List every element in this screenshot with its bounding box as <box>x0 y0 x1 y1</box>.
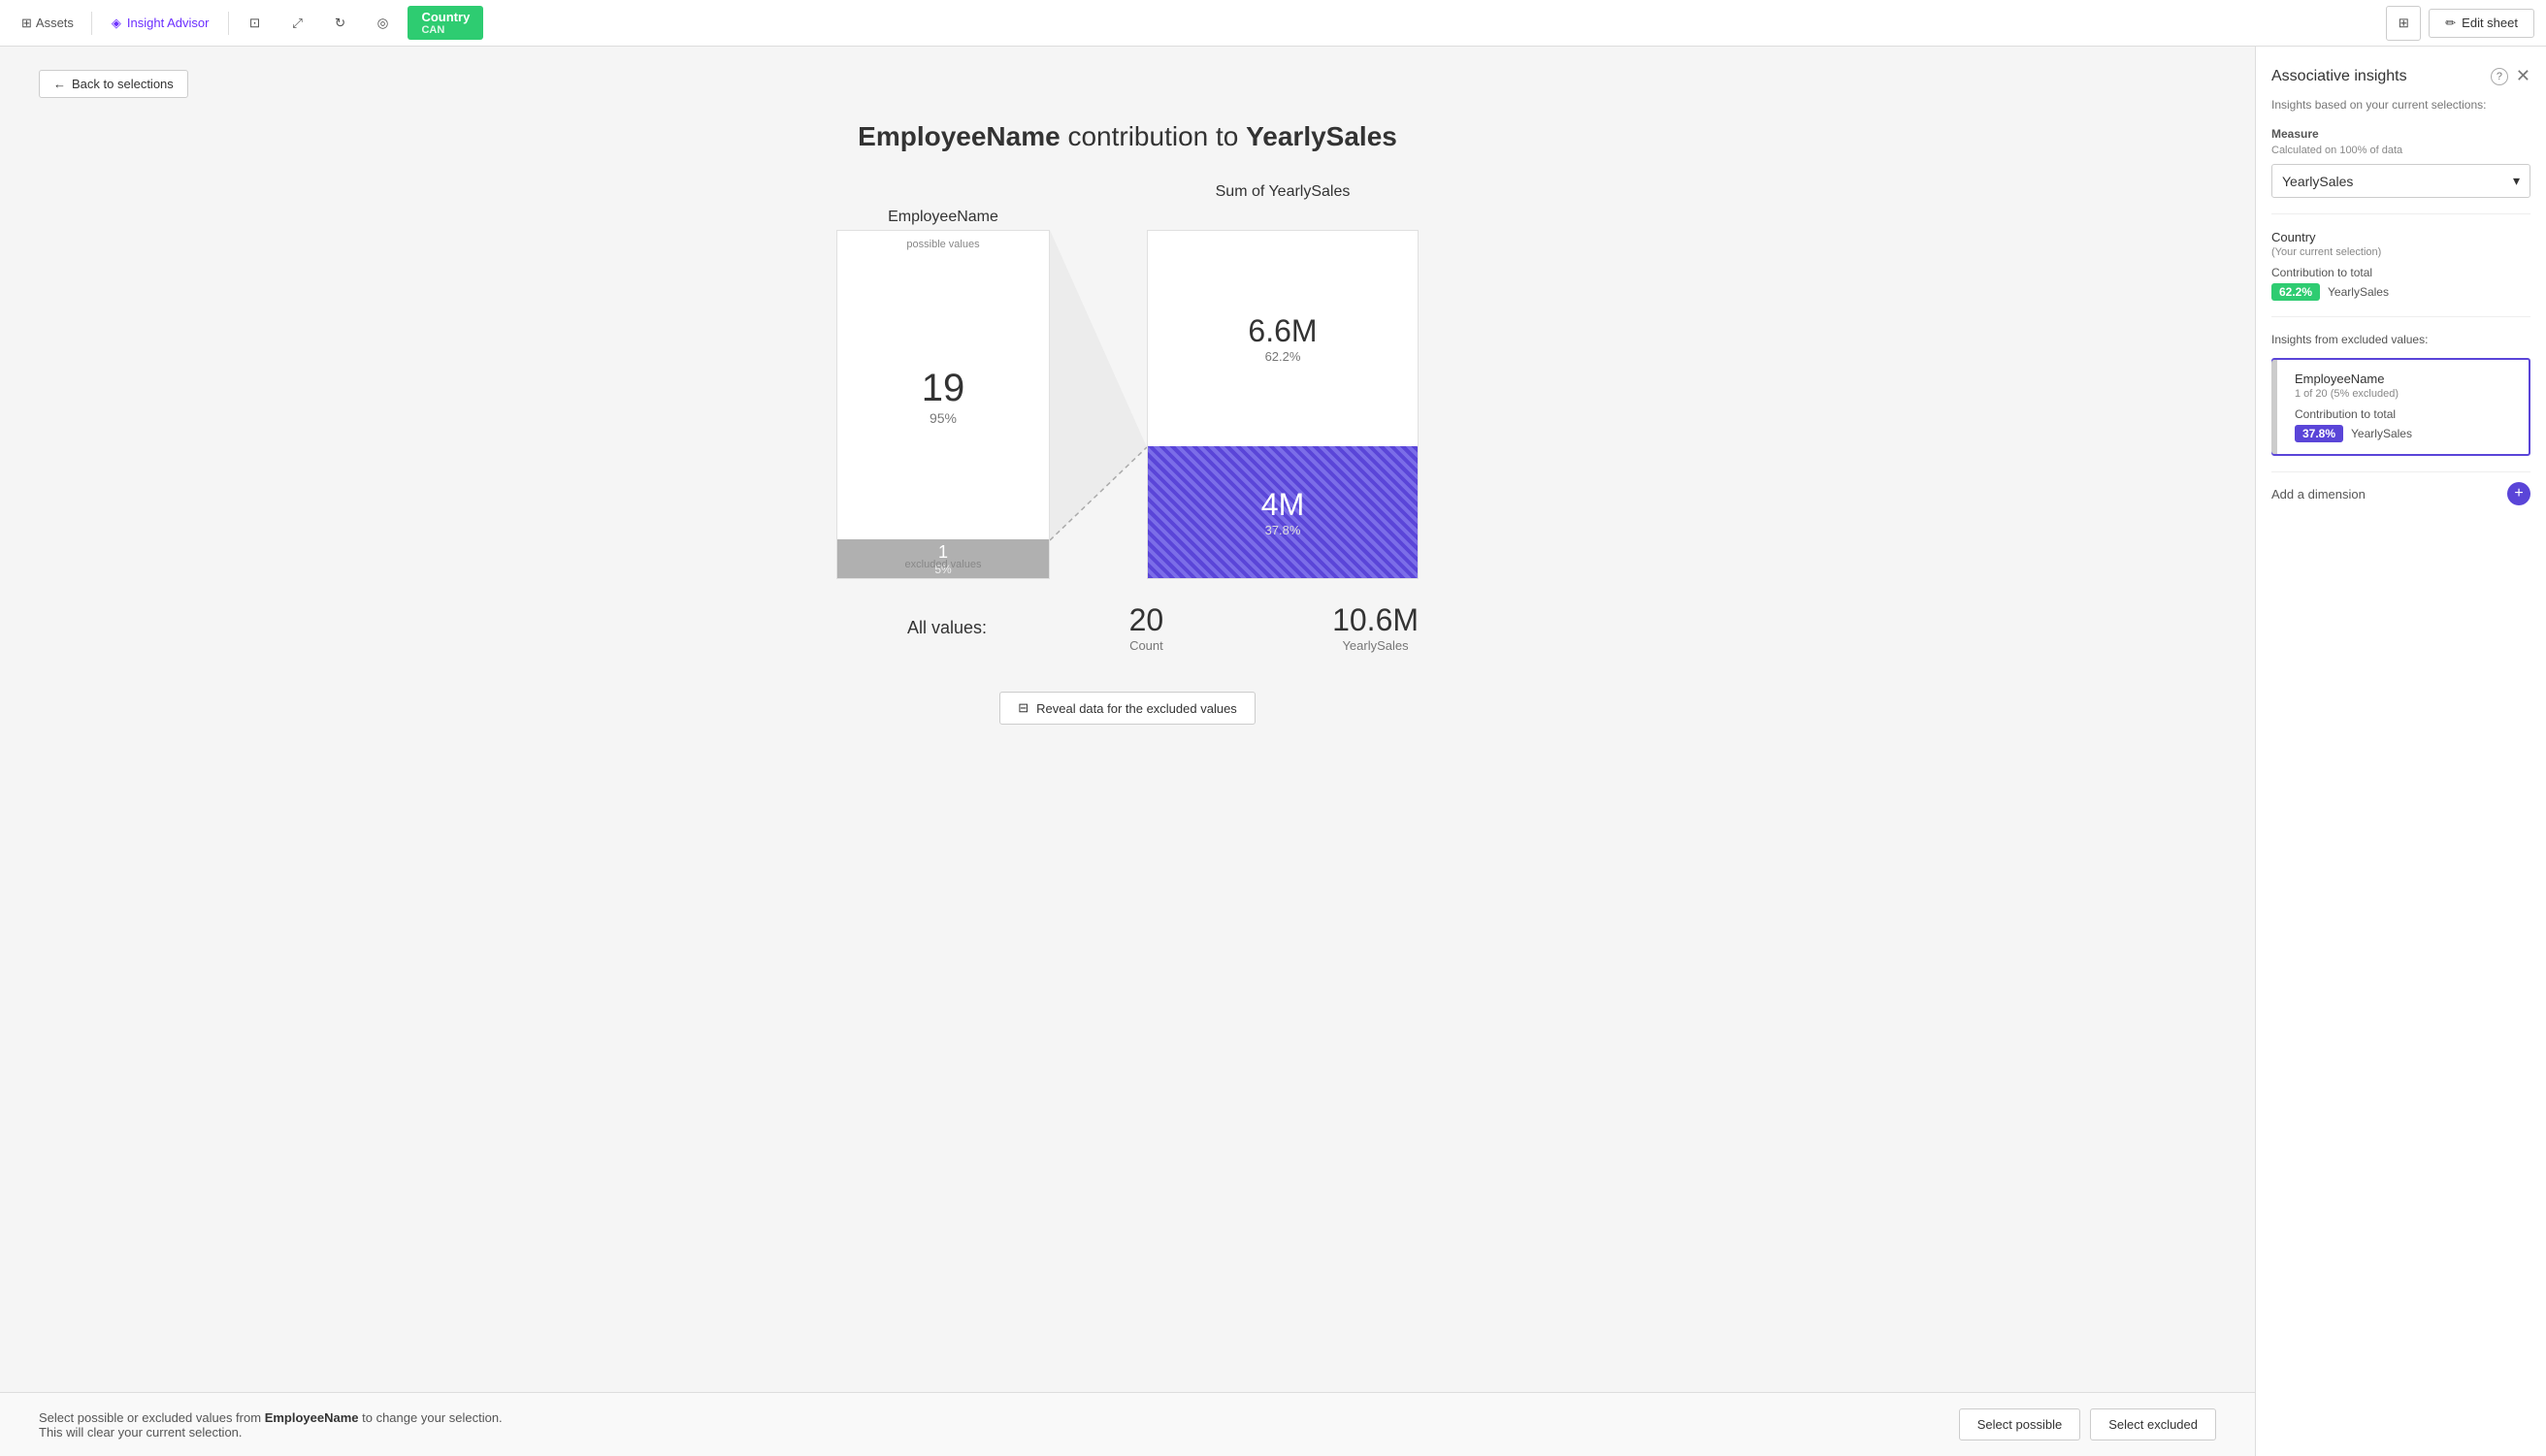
assets-label: Assets <box>36 16 74 30</box>
assets-tab[interactable]: ⊞ Assets <box>12 12 83 35</box>
possible-bar: 19 95% <box>837 231 1049 561</box>
country-tab[interactable]: Country CAN <box>408 6 483 40</box>
add-dimension-row[interactable]: Add a dimension + <box>2271 471 2530 515</box>
country-tab-sub: CAN <box>421 24 470 36</box>
measure-section: Measure Calculated on 100% of data Yearl… <box>2271 127 2530 198</box>
close-icon: ✕ <box>2516 66 2530 85</box>
all-values-sales-num: 10.6M <box>1332 602 1419 638</box>
panel-title: Associative insights <box>2271 68 2407 85</box>
toolbar: ⊞ Assets ◈ Insight Advisor ⊡ ⤢ ↻ ◎ Count… <box>0 0 2546 47</box>
reveal-excluded-btn[interactable]: ⊟ Reveal data for the excluded values <box>999 692 1256 725</box>
rotate-icon-btn[interactable]: ↻ <box>322 6 357 41</box>
rotate-icon: ↻ <box>335 16 345 31</box>
excluded-values-label: excluded values <box>905 559 982 570</box>
country-card-title: Country <box>2271 230 2530 244</box>
bottom-bar: Select possible or excluded values from … <box>0 1392 2255 1456</box>
country-tab-label: Country <box>421 10 470 24</box>
bottom-bar-actions: Select possible Select excluded <box>1959 1408 2216 1440</box>
zoom-icon: ⊡ <box>249 16 260 31</box>
panel-close-btn[interactable]: ✕ <box>2516 66 2530 86</box>
insight-advisor-label: Insight Advisor <box>127 16 210 30</box>
charts-area: possible values 19 95% 1 5% excluded val… <box>836 230 1419 579</box>
left-content: ← Back to selections EmployeeName contri… <box>0 47 2255 1456</box>
table-icon: ⊟ <box>1018 700 1028 716</box>
panel-divider-1 <box>2271 213 2530 214</box>
edit-sheet-btn[interactable]: ✏ Edit sheet <box>2429 9 2534 38</box>
arrow-left-icon: ← <box>53 77 66 91</box>
plus-icon: + <box>2514 485 2523 502</box>
expand-icon: ⤢ <box>292 16 303 31</box>
back-to-selections-btn[interactable]: ← Back to selections <box>39 70 188 98</box>
chart-container: Sum of YearlySales EmployeeName possible… <box>39 183 2216 725</box>
add-dimension-label: Add a dimension <box>2271 487 2366 502</box>
add-dimension-btn[interactable]: + <box>2507 482 2530 505</box>
measure-sub: Calculated on 100% of data <box>2271 145 2530 156</box>
excluded-card-indicator <box>2271 360 2277 454</box>
possible-sales-value: 6.6M <box>1248 313 1317 349</box>
insight-advisor-tab[interactable]: ◈ Insight Advisor <box>100 12 221 35</box>
employee-bar-chart: possible values 19 95% 1 5% excluded val… <box>836 230 1050 579</box>
panel-subtitle: Insights based on your current selection… <box>2271 98 2530 112</box>
target-icon-btn[interactable]: ◎ <box>365 6 400 41</box>
right-col-header: Sum of YearlySales <box>1216 183 1351 200</box>
excluded-sales-bar: 4M 37.8% <box>1148 446 1418 578</box>
possible-count: 19 <box>922 367 965 410</box>
expand-icon-btn[interactable]: ⤢ <box>279 6 314 41</box>
country-insight-card: Country (Your current selection) Contrib… <box>2271 230 2530 301</box>
page-title: EmployeeName contribution to YearlySales <box>39 121 2216 152</box>
reveal-btn-label: Reveal data for the excluded values <box>1036 701 1237 716</box>
all-values-count-label: Count <box>1049 638 1244 653</box>
excluded-contribution-bar: 37.8% YearlySales <box>2295 425 2517 442</box>
edit-sheet-label: Edit sheet <box>2462 16 2518 30</box>
all-values-count-num: 20 <box>1049 602 1244 638</box>
excluded-insight-card: EmployeeName 1 of 20 (5% excluded) Contr… <box>2271 358 2530 456</box>
all-values-count: 20 Count <box>1049 602 1244 653</box>
right-panel: Associative insights ? ✕ Insights based … <box>2255 47 2546 1456</box>
all-values-sales: 10.6M YearlySales <box>1332 602 1419 653</box>
excluded-sales-pct: 37.8% <box>1265 523 1301 537</box>
insight-advisor-icon: ◈ <box>112 16 121 31</box>
assets-icon: ⊞ <box>21 16 32 31</box>
excluded-sales-value: 4M <box>1261 487 1304 523</box>
excluded-card-title: EmployeeName <box>2295 372 2517 386</box>
possible-sales-pct: 62.2% <box>1265 349 1301 364</box>
possible-pct: 95% <box>930 410 957 426</box>
bottom-bar-text: Select possible or excluded values from … <box>39 1410 524 1440</box>
triangle-connector <box>1050 230 1147 579</box>
country-card-sub: (Your current selection) <box>2271 246 2530 258</box>
excluded-measure-label: YearlySales <box>2351 427 2412 440</box>
grid-icon: ⊞ <box>2399 16 2409 31</box>
all-values-sales-label: YearlySales <box>1332 638 1419 653</box>
chart-headers: Sum of YearlySales <box>836 183 1419 201</box>
main-layout: ← Back to selections EmployeeName contri… <box>0 47 2546 1456</box>
all-values-label: All values: <box>907 618 1049 638</box>
pencil-icon: ✏ <box>2445 16 2456 31</box>
sales-bar-chart: 6.6M 62.2% 4M 37.8% <box>1147 230 1419 579</box>
help-icon-btn[interactable]: ? <box>2491 68 2508 85</box>
left-col-header: EmployeeName <box>888 209 998 225</box>
question-icon: ? <box>2497 71 2502 82</box>
excluded-contribution-label: Contribution to total <box>2295 407 2517 421</box>
panel-divider-2 <box>2271 316 2530 317</box>
select-possible-btn[interactable]: Select possible <box>1959 1408 2080 1440</box>
excluded-badge: 37.8% <box>2295 425 2343 442</box>
grid-view-btn[interactable]: ⊞ <box>2386 6 2421 41</box>
target-icon: ◎ <box>377 16 389 31</box>
measure-dropdown[interactable]: YearlySales ▾ <box>2271 164 2530 198</box>
chevron-down-icon: ▾ <box>2513 173 2520 189</box>
country-badge: 62.2% <box>2271 283 2320 301</box>
country-contribution-bar: 62.2% YearlySales <box>2271 283 2530 301</box>
all-values-row: All values: 20 Count 10.6M YearlySales <box>836 602 1419 653</box>
select-excluded-btn[interactable]: Select excluded <box>2090 1408 2216 1440</box>
back-btn-label: Back to selections <box>72 77 174 91</box>
zoom-icon-btn[interactable]: ⊡ <box>237 6 272 41</box>
country-measure-label: YearlySales <box>2328 285 2389 299</box>
excluded-section-label: Insights from excluded values: <box>2271 333 2530 346</box>
panel-header: Associative insights ? ✕ <box>2271 66 2530 86</box>
country-contribution-label: Contribution to total <box>2271 266 2530 279</box>
measure-value: YearlySales <box>2282 174 2353 189</box>
excluded-card-sub: 1 of 20 (5% excluded) <box>2295 388 2517 400</box>
possible-sales-bar: 6.6M 62.2% <box>1148 231 1418 446</box>
measure-label: Measure <box>2271 127 2530 141</box>
